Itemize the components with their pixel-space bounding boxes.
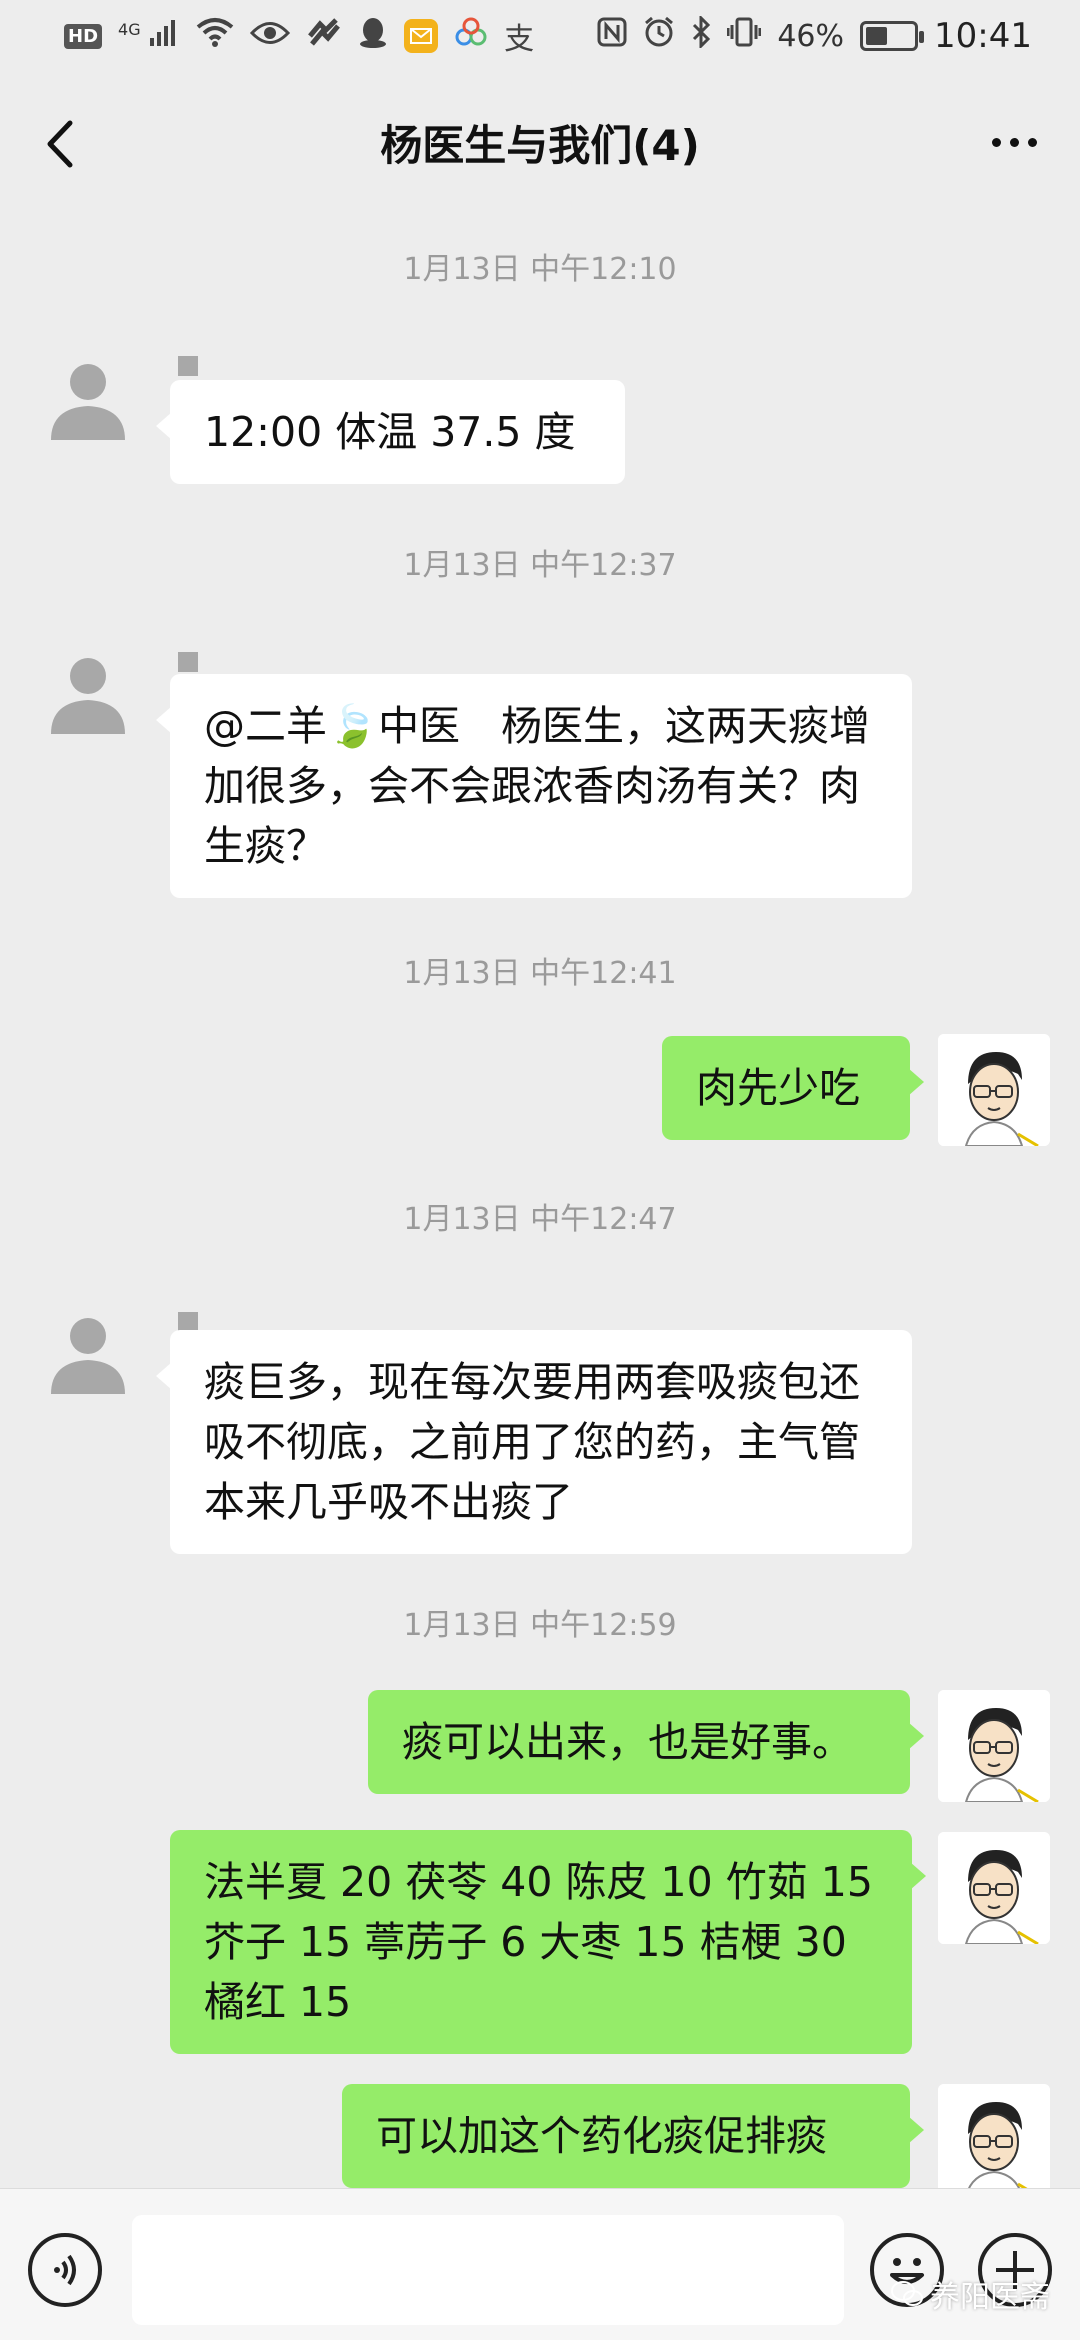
wifi-icon: [196, 17, 234, 55]
nfc-icon: [597, 17, 627, 55]
doctor-avatar-icon[interactable]: [938, 1034, 1050, 1146]
alipay-icon: 支: [504, 22, 535, 57]
default-avatar-icon[interactable]: [32, 328, 144, 440]
bluetooth-icon: [691, 14, 711, 56]
clock: 10:41: [934, 16, 1032, 56]
battery-percent: 46%: [777, 18, 845, 54]
message-bubble-outgoing[interactable]: 可以加这个药化痰促排痰: [342, 2084, 924, 2188]
more-dot: [991, 137, 1001, 147]
message-bubble-incoming[interactable]: 痰巨多，现在每次要用两套吸痰包还吸不彻底，之前用了您的药，主气管本来几乎吸不出痰…: [156, 1330, 912, 1554]
message-bubble-outgoing[interactable]: 法半夏 20 茯苓 40 陈皮 10 竹茹 15芥子 15 葶苈子 6 大枣 1…: [170, 1830, 926, 2054]
battery-icon: [860, 21, 925, 51]
timestamp: 1月13日 中午12:41: [403, 956, 677, 991]
timestamp: 1月13日 中午12:47: [403, 1202, 677, 1237]
eye-icon: [250, 19, 291, 54]
vibrate-icon: [726, 17, 762, 55]
timestamp: 1月13日 中午12:10: [403, 252, 677, 287]
cloud-app-icon: [454, 17, 488, 55]
status-left: HD 4G 支: [64, 14, 534, 58]
message-input[interactable]: [132, 2215, 844, 2325]
network-type: 4G: [118, 20, 141, 39]
default-avatar-icon[interactable]: [32, 622, 144, 734]
back-button[interactable]: [34, 116, 84, 172]
sender-nickname: [178, 1312, 198, 1332]
input-bar: [0, 2188, 1080, 2340]
hd-badge: HD: [64, 23, 103, 49]
wechat-logo-icon: [891, 2281, 923, 2306]
sender-nickname: [178, 652, 198, 672]
doctor-avatar-icon[interactable]: [938, 2084, 1050, 2196]
more-dot: [1009, 137, 1019, 147]
sender-nickname: [178, 356, 198, 376]
signal-icon: 4G: [118, 18, 180, 54]
voice-icon: [54, 2254, 76, 2286]
status-bar: HD 4G 支 46% 10:41: [0, 0, 1080, 72]
message-bubble-incoming[interactable]: 12:00 体温 37.5 度: [156, 380, 625, 484]
qq-icon: [358, 16, 388, 56]
battery-fill: [866, 27, 888, 45]
mention-text: @二羊: [204, 702, 327, 750]
watermark-text: 养阳医斋: [930, 2280, 1050, 2315]
chat-title: 杨医生与我们(4): [380, 120, 700, 170]
back-arrow-icon: [47, 120, 73, 168]
message-bubble-outgoing[interactable]: 肉先少吃: [662, 1036, 924, 1140]
doctor-avatar-icon[interactable]: [938, 1690, 1050, 1802]
mail-app-icon: [404, 19, 439, 53]
voice-button[interactable]: [28, 2233, 102, 2307]
status-right: 46% 10:41: [597, 14, 1032, 56]
chat-header: 杨医生与我们(4): [0, 72, 1080, 212]
watermark: 养阳医斋: [890, 2272, 1050, 2316]
message-bubble-outgoing[interactable]: 痰可以出来，也是好事。: [368, 1690, 924, 1794]
more-dot: [1027, 137, 1037, 147]
doctor-avatar-icon[interactable]: [938, 1832, 1050, 1944]
default-avatar-icon[interactable]: [32, 1282, 144, 1394]
timestamp: 1月13日 中午12:59: [403, 1608, 677, 1643]
message-bubble-incoming[interactable]: @二羊🍃中医 杨医生，这两天痰增加很多，会不会跟浓香肉汤有关？肉生痰？: [156, 674, 912, 898]
alarm-icon: [643, 16, 675, 56]
timestamp: 1月13日 中午12:37: [403, 548, 677, 583]
link-icon: [306, 18, 342, 54]
more-options-button[interactable]: [984, 122, 1044, 162]
leaf-emoji: 🍃: [327, 702, 379, 750]
